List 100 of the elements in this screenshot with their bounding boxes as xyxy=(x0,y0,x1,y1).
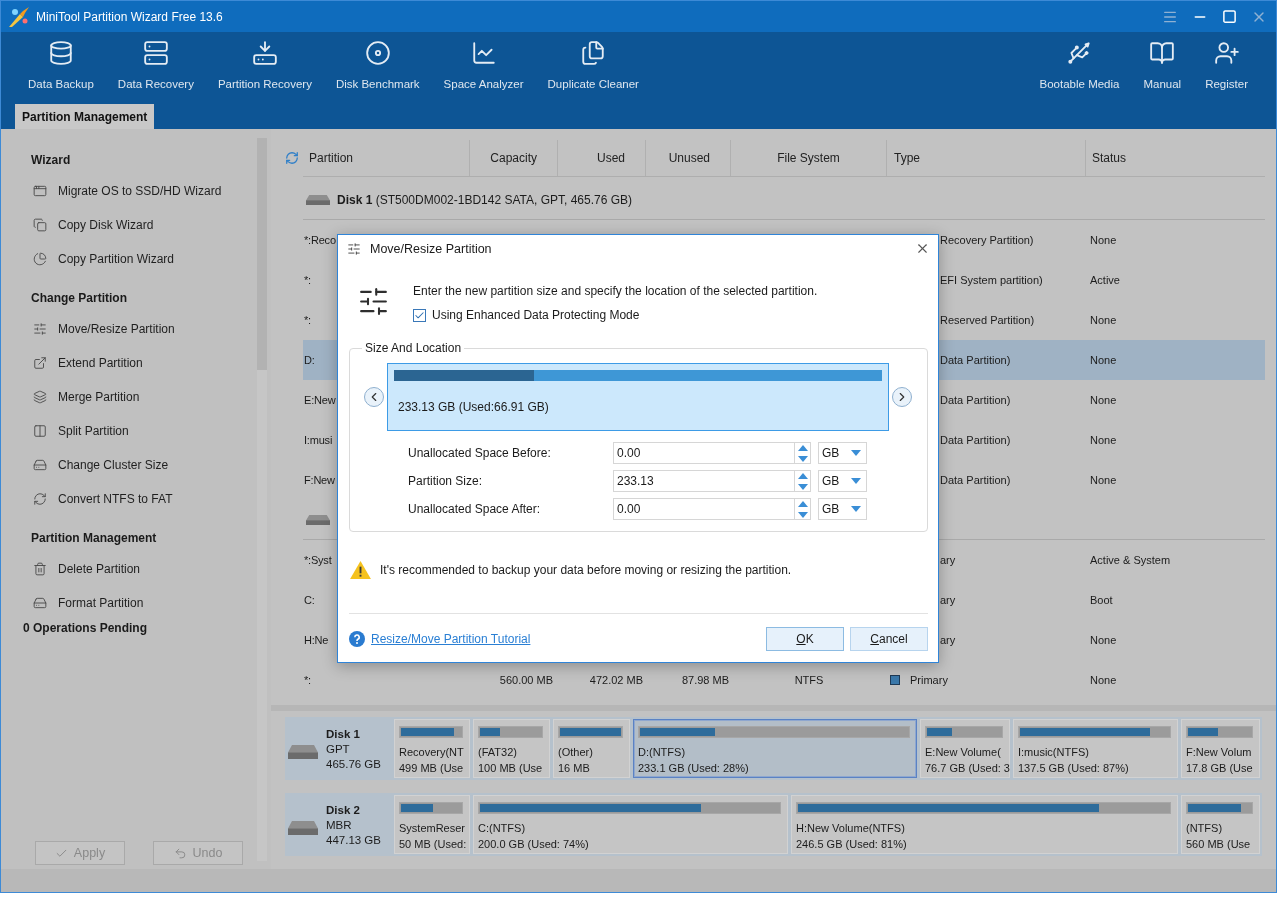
partition-layout-area[interactable]: 233.13 GB (Used:66.91 GB) xyxy=(387,363,889,431)
partition-label: (Other) xyxy=(558,745,593,760)
table-cell: 560.00 MB xyxy=(499,674,553,686)
toolbar-button[interactable]: Data Backup xyxy=(26,32,96,103)
partition-detail: 233.1 GB (Used: 28%) xyxy=(638,761,749,776)
checkbox-label: Using Enhanced Data Protecting Mode xyxy=(432,307,640,323)
up-down-arrows-icon xyxy=(797,472,808,490)
section-heading: Wizard xyxy=(31,152,71,169)
sidebar-item[interactable]: Split Partition xyxy=(33,414,129,448)
partition-style: MBR xyxy=(326,818,353,833)
partition-block[interactable]: I:music(NTFS) 137.5 GB (Used: 87%) xyxy=(1013,719,1178,778)
copy-icon xyxy=(33,218,47,232)
toolbar-button[interactable]: Duplicate Cleaner xyxy=(545,32,641,103)
number-field[interactable]: 233.13 xyxy=(613,470,795,492)
toolbar-button[interactable]: Register xyxy=(1203,32,1250,103)
toolbar-button[interactable]: Manual xyxy=(1141,32,1184,103)
sidebar-item[interactable]: Delete Partition xyxy=(33,552,141,586)
sidebar-item[interactable]: Format Partition xyxy=(33,586,144,620)
pie-chart-icon xyxy=(33,252,47,266)
column-header: Used xyxy=(597,151,625,165)
partition-block[interactable]: (NTFS) 560 MB (Use xyxy=(1181,795,1260,854)
disk-row[interactable]: Disk 1 (ST500DM002-1BD142 SATA, GPT, 465.76 GB) xyxy=(303,180,1265,220)
partition-block[interactable]: (FAT32) 100 MB (Use xyxy=(473,719,550,778)
table-cell: None xyxy=(1090,354,1117,366)
table-cell: ary xyxy=(940,634,956,646)
partition-block[interactable]: F:New Volum 17.8 GB (Use xyxy=(1181,719,1260,778)
table-cell: Recovery Partition) xyxy=(940,234,1034,246)
spin-button[interactable] xyxy=(795,442,811,464)
toolbar-button[interactable]: Disk Benchmark xyxy=(333,32,422,103)
user-plus-icon xyxy=(1213,40,1240,66)
table-cell: Active xyxy=(1090,274,1120,286)
toolbar-button[interactable]: Partition Recovery xyxy=(215,32,314,103)
unit-dropdown[interactable]: GB xyxy=(818,442,867,464)
partition-block[interactable]: SystemReser 50 MB (Used: xyxy=(394,795,470,854)
sidebar-item[interactable]: Convert NTFS to FAT xyxy=(33,482,173,516)
sidebar-item[interactable]: Extend Partition xyxy=(33,346,143,380)
move-left-button[interactable] xyxy=(364,387,384,407)
unit-dropdown[interactable]: GB xyxy=(818,498,867,520)
partition-block[interactable]: E:New Volume( 76.7 GB (Used: 3 xyxy=(920,719,1010,778)
partition-label: I:music(NTFS) xyxy=(1018,745,1089,760)
partition-block[interactable]: (Other) 16 MB xyxy=(553,719,630,778)
number-field[interactable]: 0.00 xyxy=(613,442,795,464)
partition-label: D:(NTFS) xyxy=(638,745,686,760)
table-cell: ary xyxy=(940,554,956,566)
caret-icon xyxy=(851,506,861,512)
sidebar-item[interactable]: Change Cluster Size xyxy=(33,448,169,482)
column-header: Partition xyxy=(309,151,354,165)
maximize-icon[interactable] xyxy=(1222,9,1237,24)
tab[interactable]: Partition Management xyxy=(15,104,155,129)
sidebar-item[interactable]: Migrate OS to SSD/HD Wizard xyxy=(33,174,222,208)
ok-button[interactable]: OK xyxy=(766,627,844,651)
section-heading: Partition Management xyxy=(31,530,157,547)
warning-text: It's recommended to backup your data before moving or resizing the partition. xyxy=(380,562,792,578)
table-cell: *: xyxy=(304,274,311,286)
partition-detail: 137.5 GB (Used: 87%) xyxy=(1018,761,1129,776)
checkbox[interactable] xyxy=(413,308,426,322)
columns-icon xyxy=(33,424,47,438)
column-header: Capacity xyxy=(490,151,537,165)
partition-block[interactable]: Recovery(NT 499 MB (Use xyxy=(394,719,470,778)
partition-row[interactable]: *: 560.00 MB 472.02 MB 87.98 MB NTFS Primary None xyxy=(303,660,1265,700)
toolbar-button[interactable]: Space Analyzer xyxy=(441,32,526,103)
partition-detail: 17.8 GB (Use xyxy=(1186,761,1253,776)
spin-button[interactable] xyxy=(795,498,811,520)
table-cell: C: xyxy=(304,594,315,606)
hard-drive-icon xyxy=(306,194,330,205)
caret-icon xyxy=(851,450,861,456)
hard-drive-icon xyxy=(288,821,318,835)
close-icon[interactable] xyxy=(915,241,930,256)
table-cell: Boot xyxy=(1090,594,1113,606)
table-cell: E:New xyxy=(304,394,336,406)
number-field[interactable]: 0.00 xyxy=(613,498,795,520)
disk-card[interactable]: Disk 2 MBR 447.13 GB SystemReser 50 MB (Used: C:(NTFS) 200.0 GB (Used: 74%) H:New Volume(NTFS) 246.5 GB (Used: 81%) (NTFS) 560 MB (Use xyxy=(285,793,1262,856)
partition-block[interactable]: D:(NTFS) 233.1 GB (Used: 28%) xyxy=(633,719,917,778)
sidebar-item[interactable]: Copy Disk Wizard xyxy=(33,208,154,242)
table-cell: I:musi xyxy=(304,434,333,446)
window-icon xyxy=(33,184,47,198)
disk-card[interactable]: Disk 1 GPT 465.76 GB Recovery(NT 499 MB (Use (FAT32) 100 MB (Use (Other) 16 MB D:(NTFS) 233.1 GB (Used: 28%) E:New Volume( 76.7 GB (Used: 3 I:music(NTFS) 137.5 GB (Used: 87%) F:New Volum 17.8 GB (Use xyxy=(285,717,1262,780)
partition-label: (FAT32) xyxy=(478,745,517,760)
partition-block[interactable]: C:(NTFS) 200.0 GB (Used: 74%) xyxy=(473,795,788,854)
up-down-arrows-icon xyxy=(797,444,808,462)
sidebar-item[interactable]: Merge Partition xyxy=(33,380,140,414)
tutorial-link[interactable]: Resize/Move Partition Tutorial xyxy=(371,632,531,646)
refresh-icon[interactable] xyxy=(285,151,299,165)
field-label: Unallocated Space Before: xyxy=(408,446,551,460)
toolbar-button[interactable]: Bootable Media xyxy=(1037,32,1122,103)
line-chart-icon xyxy=(470,40,497,66)
usb-icon xyxy=(1066,40,1093,66)
table-cell: None xyxy=(1090,474,1117,486)
unit-dropdown[interactable]: GB xyxy=(818,470,867,492)
column-header: Type xyxy=(894,151,920,165)
table-cell: 472.02 MB xyxy=(589,674,643,686)
move-right-button[interactable] xyxy=(892,387,912,407)
toolbar-button[interactable]: Data Recovery xyxy=(115,32,196,103)
spin-button[interactable] xyxy=(795,470,811,492)
sidebar-item[interactable]: Move/Resize Partition xyxy=(33,312,175,346)
refresh-arrows-icon xyxy=(33,492,47,506)
partition-block[interactable]: H:New Volume(NTFS) 246.5 GB (Used: 81%) xyxy=(791,795,1178,854)
cancel-button[interactable]: Cancel xyxy=(850,627,928,651)
help-icon[interactable] xyxy=(349,631,365,647)
sidebar-item[interactable]: Copy Partition Wizard xyxy=(33,242,175,276)
